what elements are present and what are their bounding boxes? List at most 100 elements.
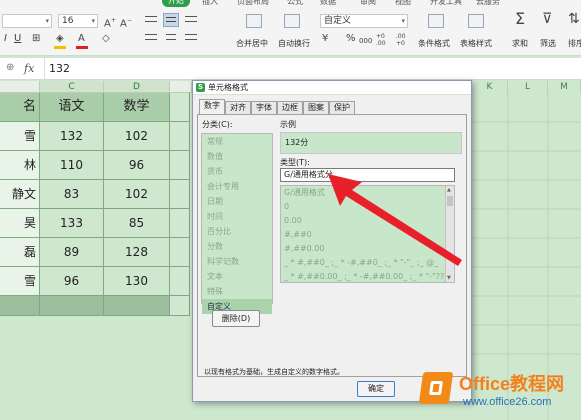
sum-icon[interactable]: Σ [515, 11, 525, 27]
filter-icon[interactable]: ⊽ [542, 12, 552, 26]
column-header-e[interactable] [170, 81, 192, 93]
header-cell-math[interactable]: 数学 [104, 93, 170, 122]
tab-number[interactable]: 数字 [199, 99, 225, 115]
font-shrink-icon[interactable]: A− [120, 15, 132, 30]
table-cell[interactable]: 雪 [0, 122, 40, 151]
list-item[interactable]: 科学记数 [202, 254, 272, 269]
italic-icon[interactable]: I [4, 33, 7, 45]
fx-icon[interactable]: fx [24, 62, 34, 75]
table-cell[interactable]: 昊 [0, 209, 40, 238]
sort-icon[interactable]: ⇅ [568, 12, 580, 26]
table-cell[interactable] [104, 296, 170, 316]
merge-center-label[interactable]: 合并居中 [236, 38, 268, 49]
column-header-d[interactable]: D [104, 81, 170, 93]
category-list[interactable]: 常规 数值 货币 会计专用 日期 时间 百分比 分数 科学记数 文本 特殊 自定… [201, 133, 273, 314]
thousands-icon[interactable]: 000 [359, 35, 372, 47]
percent-icon[interactable]: % [346, 33, 356, 45]
wrap-text-label[interactable]: 自动换行 [278, 38, 310, 49]
tab-insert[interactable]: 插入 [202, 0, 218, 8]
table-cell[interactable]: 89 [40, 238, 104, 267]
tab-developer[interactable]: 开发工具 [430, 0, 462, 8]
table-cell[interactable]: 静文 [0, 180, 40, 209]
table-cell[interactable]: 96 [40, 267, 104, 296]
fill-color-icon[interactable]: ◈ [56, 33, 64, 45]
table-cell[interactable] [170, 238, 190, 267]
list-item[interactable]: 数值 [202, 149, 272, 164]
table-cell[interactable]: 133 [40, 209, 104, 238]
table-cell[interactable]: 96 [104, 151, 170, 180]
list-item[interactable]: 时间 [202, 209, 272, 224]
tab-font[interactable]: 字体 [251, 101, 277, 114]
table-style-icon[interactable] [468, 14, 484, 28]
table-cell[interactable]: 雪 [0, 267, 40, 296]
table-cell[interactable] [170, 93, 190, 122]
tab-border[interactable]: 边框 [277, 101, 303, 114]
table-cell[interactable]: 128 [104, 238, 170, 267]
table-cell[interactable] [170, 151, 190, 180]
clear-format-icon[interactable]: ◇ [102, 33, 110, 45]
tab-page-layout[interactable]: 页面布局 [237, 0, 269, 8]
column-header-l[interactable]: L [508, 81, 548, 93]
table-cell[interactable] [170, 122, 190, 151]
tab-review[interactable]: 审阅 [360, 0, 376, 8]
sum-label[interactable]: 求和 [512, 38, 528, 49]
table-cell[interactable]: 102 [104, 180, 170, 209]
borders-icon[interactable]: ⊞ [32, 33, 40, 45]
align-middle-icon[interactable] [163, 13, 179, 27]
header-cell-name[interactable]: 名 [0, 93, 40, 122]
conditional-format-icon[interactable] [428, 14, 444, 28]
font-grow-icon[interactable]: A+ [104, 15, 116, 30]
tab-view[interactable]: 视图 [395, 0, 411, 8]
zoom-search-icon[interactable]: ⊕ [6, 62, 14, 73]
table-cell[interactable]: 林 [0, 151, 40, 180]
filter-label[interactable]: 筛选 [540, 38, 556, 49]
header-cell-chinese[interactable]: 语文 [40, 93, 104, 122]
increase-decimal-icon[interactable]: +0 .00 [376, 33, 394, 47]
delete-button[interactable]: 删除(D) [212, 310, 260, 327]
list-item[interactable]: 常规 [202, 134, 272, 149]
tab-home[interactable]: 开始 [162, 0, 190, 7]
column-header-c[interactable]: C [40, 81, 104, 93]
list-item[interactable]: 百分比 [202, 224, 272, 239]
table-cell[interactable] [170, 180, 190, 209]
table-cell[interactable]: 110 [40, 151, 104, 180]
list-item[interactable]: 会计专用 [202, 179, 272, 194]
table-style-label[interactable]: 表格样式 [460, 38, 492, 49]
list-item[interactable]: 文本 [202, 269, 272, 284]
table-cell[interactable]: 102 [104, 122, 170, 151]
table-cell[interactable]: 130 [104, 267, 170, 296]
column-header-m[interactable]: M [548, 81, 581, 93]
tab-formulas[interactable]: 公式 [287, 0, 303, 8]
table-cell[interactable] [0, 296, 40, 316]
list-item[interactable]: 特殊 [202, 284, 272, 299]
align-right-icon[interactable] [183, 31, 199, 45]
list-item[interactable]: 日期 [202, 194, 272, 209]
table-cell[interactable]: 132 [40, 122, 104, 151]
font-name-select[interactable]: ▾ [2, 14, 52, 28]
align-top-icon[interactable] [143, 13, 159, 27]
table-cell[interactable] [170, 296, 190, 316]
sort-label[interactable]: 排序 [568, 38, 581, 49]
table-cell[interactable] [170, 209, 190, 238]
tab-cloud[interactable]: 云服务 [476, 0, 500, 8]
formula-input[interactable]: 132 [44, 58, 70, 80]
list-item[interactable]: _ * #,##0.00_ ;_ * -#,##0.00_ ;_ * "-"??… [281, 270, 445, 282]
table-cell[interactable]: 磊 [0, 238, 40, 267]
align-left-icon[interactable] [143, 31, 159, 45]
align-bottom-icon[interactable] [183, 13, 199, 27]
table-cell[interactable] [170, 267, 190, 296]
table-cell[interactable] [40, 296, 104, 316]
underline-icon[interactable]: U [14, 33, 21, 45]
ok-button[interactable]: 确定 [357, 381, 395, 397]
column-header-k[interactable]: K [472, 81, 508, 93]
decrease-decimal-icon[interactable]: .00 +0 [396, 33, 414, 47]
list-item[interactable]: 货币 [202, 164, 272, 179]
column-header-b[interactable] [0, 81, 40, 93]
table-cell[interactable]: 85 [104, 209, 170, 238]
tab-alignment[interactable]: 对齐 [225, 101, 251, 114]
tab-protection[interactable]: 保护 [329, 101, 355, 114]
table-cell[interactable]: 83 [40, 180, 104, 209]
list-item[interactable]: 分数 [202, 239, 272, 254]
tab-data[interactable]: 数据 [320, 0, 336, 8]
merge-center-icon[interactable] [246, 14, 262, 28]
